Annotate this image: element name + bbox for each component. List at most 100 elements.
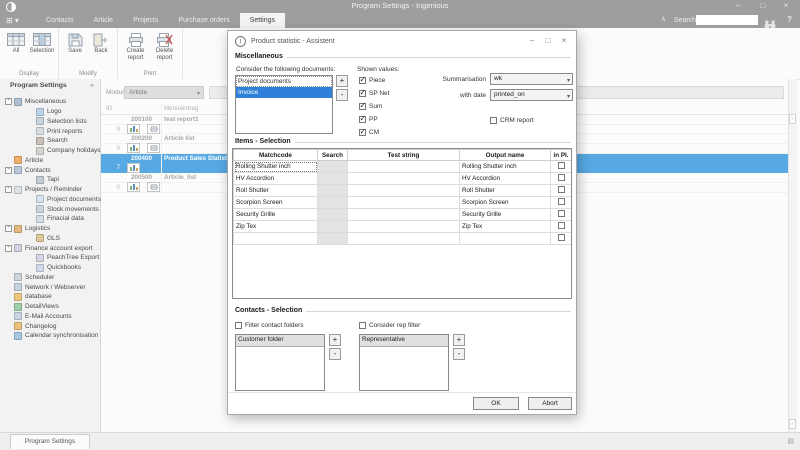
matchcode-cell[interactable]: Zip Tex xyxy=(234,221,318,233)
summarisation-dropdown[interactable]: wk▾ xyxy=(490,73,573,85)
tree-expander-icon[interactable]: - xyxy=(5,167,12,174)
print-icon[interactable] xyxy=(147,182,160,192)
sidebar-item-selection-lists[interactable]: Selection lists xyxy=(0,117,101,127)
tree-expander-icon[interactable]: - xyxy=(5,98,12,105)
output-name-cell[interactable] xyxy=(460,233,551,245)
remove-folder-button[interactable]: - xyxy=(329,348,341,360)
add-document-button[interactable]: + xyxy=(336,75,348,87)
document-item-invoice[interactable]: Invoice xyxy=(236,87,332,98)
matchcode-cell[interactable]: Roll Shutter xyxy=(234,185,318,197)
tab-purchase-orders[interactable]: Purchase orders xyxy=(168,13,239,28)
matchcode-cell[interactable]: HV Accordion xyxy=(234,173,318,185)
report-chart-icon[interactable] xyxy=(127,124,140,134)
test-string-cell[interactable] xyxy=(348,209,460,221)
items-row[interactable]: Rolling Shutter inch Rolling Shutter inch xyxy=(234,161,572,173)
sidebar-item-contacts[interactable]: -Contacts xyxy=(0,165,101,175)
collapse-ribbon-icon[interactable]: ∧ xyxy=(661,15,666,23)
items-row[interactable]: Roll Shutter Roll Shutter xyxy=(234,185,572,197)
search-cell[interactable] xyxy=(318,221,348,233)
report-chart-icon[interactable] xyxy=(127,143,140,153)
in-pl-checkbox[interactable] xyxy=(558,210,565,217)
sidebar-item-peachtree-export[interactable]: PeachTree Export xyxy=(0,253,101,263)
app-menu-icon[interactable]: ⊞ ▾ xyxy=(6,13,19,28)
sidebar-item-network-webserver[interactable]: Network / Webserver xyxy=(0,282,101,292)
test-string-cell[interactable] xyxy=(348,197,460,209)
output-name-cell[interactable]: Roll Shutter xyxy=(460,185,551,197)
sidebar-item-database[interactable]: database xyxy=(0,292,101,302)
sidebar-item-scheduler[interactable]: Scheduler xyxy=(0,273,101,283)
matchcode-cell[interactable]: Rolling Shutter inch xyxy=(234,161,318,173)
sidebar-item-miscellaneous[interactable]: -Miscellaneous xyxy=(0,97,101,107)
tab-contacts[interactable]: Contacts xyxy=(36,13,84,28)
vertical-scrollbar[interactable] xyxy=(788,79,797,432)
checkbox-cm[interactable] xyxy=(359,129,366,136)
output-name-cell[interactable]: Security Grille xyxy=(460,209,551,221)
sidebar-item-calendar-synchronisation[interactable]: Calendar synchronisation xyxy=(0,331,101,341)
remove-document-button[interactable]: - xyxy=(336,89,348,101)
checkbox-sum[interactable] xyxy=(359,103,366,110)
all-button[interactable]: All xyxy=(3,30,29,55)
tab-settings[interactable]: Settings xyxy=(240,13,285,28)
output-name-cell[interactable]: Rolling Shutter inch xyxy=(460,161,551,173)
modul-dropdown[interactable]: Article▾ xyxy=(124,86,204,99)
sidebar-item-gls[interactable]: GLS xyxy=(0,234,101,244)
add-folder-button[interactable]: + xyxy=(329,334,341,346)
selection-button[interactable]: Selection xyxy=(29,30,55,55)
sidebar-item-print-reports[interactable]: Print reports xyxy=(0,126,101,136)
tree-expander-icon[interactable]: - xyxy=(5,225,12,232)
items-row[interactable]: Zip Tex Zip Tex xyxy=(234,221,572,233)
sidebar-item-search[interactable]: Search xyxy=(0,136,101,146)
tab-projects[interactable]: Projects xyxy=(123,13,168,28)
output-name-cell[interactable]: Zip Tex xyxy=(460,221,551,233)
tab-article[interactable]: Article xyxy=(84,13,123,28)
test-string-cell[interactable] xyxy=(348,173,460,185)
remove-representative-button[interactable]: - xyxy=(453,348,465,360)
add-representative-button[interactable]: + xyxy=(453,334,465,346)
items-row[interactable]: Scorpion ScreenScorpion Screen xyxy=(234,197,572,209)
representative-listbox[interactable]: Representative xyxy=(359,334,449,391)
dialog-minimize-button[interactable]: – xyxy=(524,34,540,48)
window-close-button[interactable]: × xyxy=(776,0,796,13)
print-icon[interactable] xyxy=(147,143,160,153)
sidebar-item-logo[interactable]: Logo xyxy=(0,107,101,117)
document-item-project-documents[interactable]: Project documents xyxy=(236,76,332,87)
sidebar-item-e-mail-accounts[interactable]: E-Mail Accounts xyxy=(0,312,101,322)
in-pl-checkbox[interactable] xyxy=(558,186,565,193)
search-cell[interactable] xyxy=(318,173,348,185)
layout-grid-icon[interactable]: ▤ xyxy=(787,437,794,445)
output-name-cell[interactable]: HV Accordion xyxy=(460,173,551,185)
scrollbar-splitter-button[interactable]: ≡ xyxy=(789,114,796,124)
back-button[interactable]: Back xyxy=(88,30,114,55)
tree-expander-icon[interactable]: - xyxy=(5,245,12,252)
checkbox-sp-net[interactable] xyxy=(359,90,366,97)
sidebar-item-projects-reminder[interactable]: -Projects / Reminder xyxy=(0,185,101,195)
save-button[interactable]: Save xyxy=(62,30,88,55)
search-cell[interactable] xyxy=(318,209,348,221)
in-pl-checkbox[interactable] xyxy=(558,234,565,241)
search-cell[interactable] xyxy=(318,185,348,197)
sidebar-item-changelog[interactable]: Changelog xyxy=(0,321,101,331)
documents-listbox[interactable]: Project documentsInvoice xyxy=(235,75,333,134)
open-document-tab[interactable]: Program Settings xyxy=(10,434,90,449)
scrollbar-bottom-button[interactable]: ≡ xyxy=(789,419,796,429)
sidebar-item-finance-account-export[interactable]: -Finance account export xyxy=(0,243,101,253)
sidebar-item-logistics[interactable]: -Logistics xyxy=(0,224,101,234)
ok-button[interactable]: OK xyxy=(473,397,519,410)
sidebar-item-quickbooks[interactable]: Quickbooks xyxy=(0,263,101,273)
matchcode-cell[interactable] xyxy=(234,233,318,245)
items-row[interactable] xyxy=(234,233,572,245)
create-report-button[interactable]: Create report xyxy=(121,30,150,61)
search-input[interactable] xyxy=(696,15,758,25)
window-minimize-button[interactable]: – xyxy=(728,0,748,13)
checkbox-piece[interactable] xyxy=(359,77,366,84)
in-pl-checkbox[interactable] xyxy=(558,162,565,169)
crm-report-checkbox[interactable] xyxy=(490,117,497,124)
sidebar-item-stock-movements[interactable]: Stock movements xyxy=(0,204,101,214)
help-icon[interactable]: ? xyxy=(787,15,792,24)
report-chart-icon[interactable] xyxy=(127,163,140,173)
test-string-cell[interactable] xyxy=(348,233,460,245)
sidebar-item-finacial-data[interactable]: Finacial data xyxy=(0,214,101,224)
filter-contact-folders-checkbox[interactable] xyxy=(235,322,242,329)
sidebar-item-detailviews[interactable]: DetailViews xyxy=(0,302,101,312)
dialog-maximize-button[interactable]: □ xyxy=(540,34,556,48)
